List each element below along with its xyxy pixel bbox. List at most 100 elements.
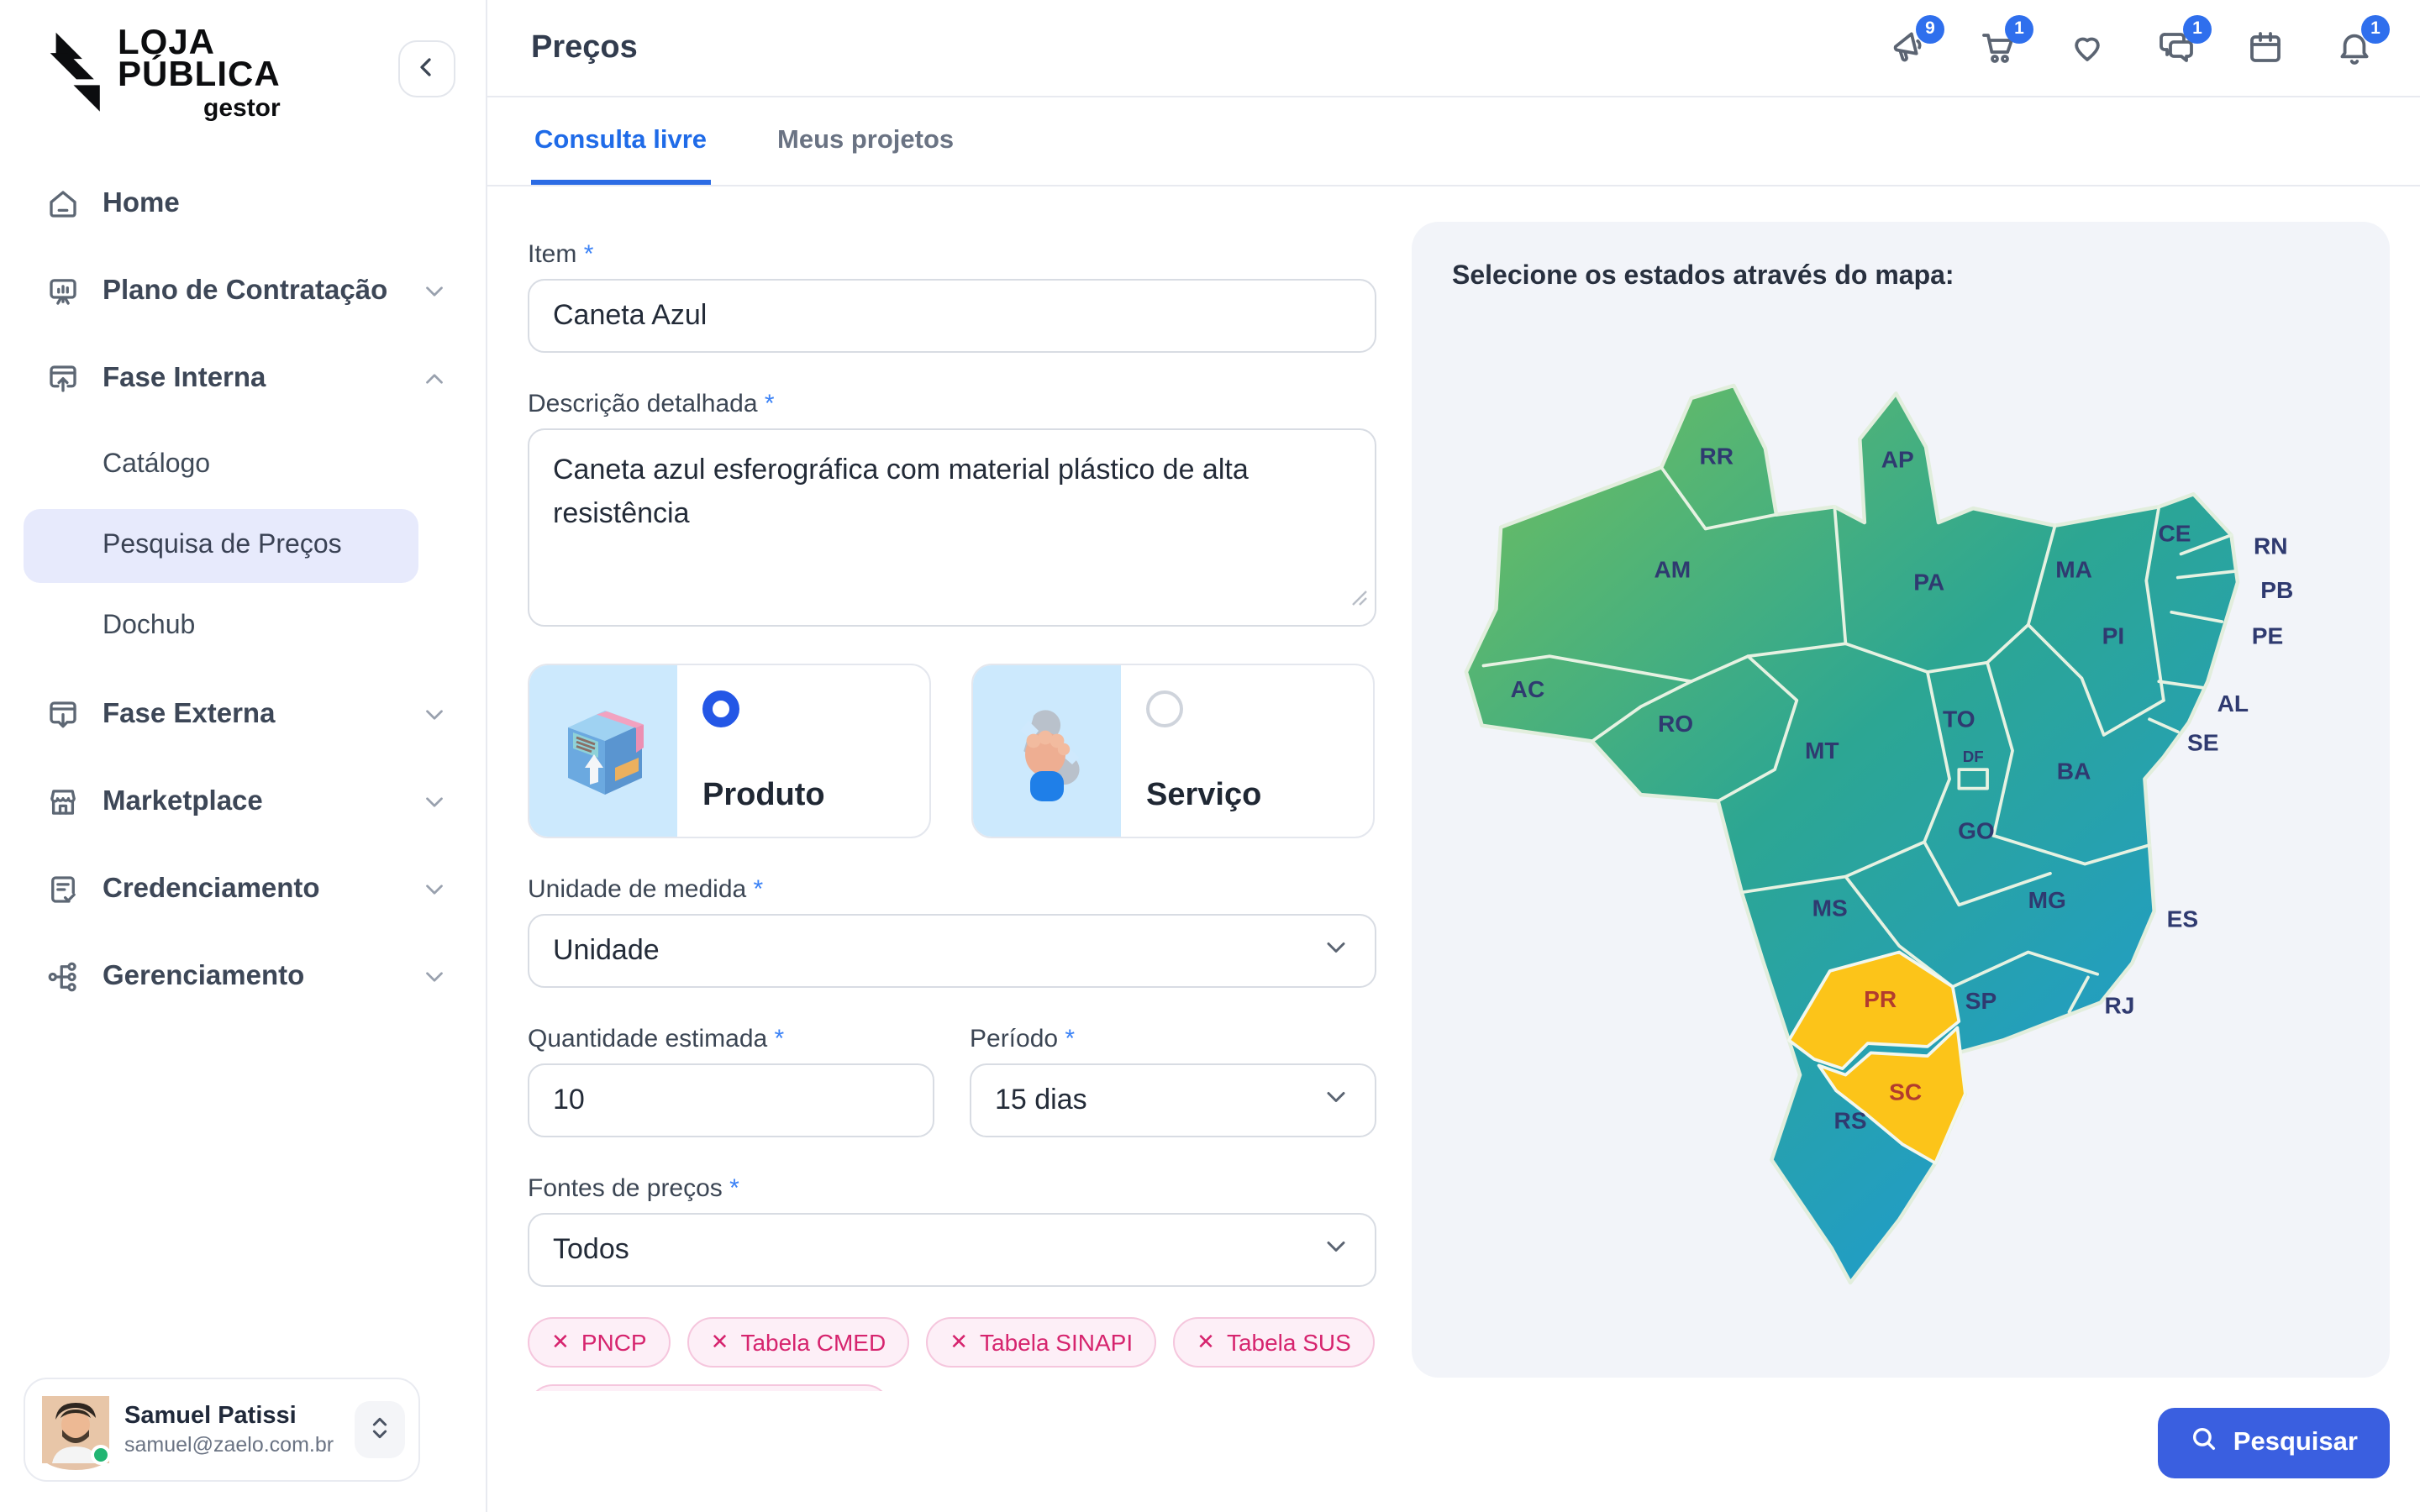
state-label-pr[interactable]: PR (1864, 986, 1897, 1012)
chat-icon (2156, 46, 2196, 71)
content: Item * Descrição detalhada * Caneta azul… (487, 186, 2420, 1391)
sidebar-item-credenciamento[interactable]: Credenciamento (0, 846, 486, 933)
tag-pncp[interactable]: ✕PNCP (528, 1317, 671, 1368)
state-label-ma[interactable]: MA (2055, 557, 2092, 583)
sidebar-collapse-button[interactable] (398, 40, 455, 97)
heart-icon (2067, 46, 2107, 71)
sidebar-item-marketplace[interactable]: Marketplace (0, 759, 486, 846)
state-label-sc[interactable]: SC (1889, 1079, 1922, 1105)
state-label-to[interactable]: TO (1943, 706, 1975, 732)
main-area: Preços 9111 Consulta livreMeus projetos … (487, 0, 2420, 1512)
sidebar-item-pesquisa-de-precos[interactable]: Pesquisa de Preços (24, 510, 418, 584)
profile-menu-button[interactable] (355, 1401, 405, 1458)
remove-icon[interactable]: ✕ (711, 1329, 729, 1356)
state-label-rj[interactable]: RJ (2104, 993, 2134, 1019)
state-label-ce[interactable]: CE (2158, 520, 2191, 546)
product-box-icon (529, 665, 677, 837)
type-card-produto[interactable]: Produto (528, 664, 931, 838)
state-label-rr[interactable]: RR (1699, 444, 1733, 470)
state-label-am[interactable]: AM (1654, 557, 1691, 583)
quantity-input[interactable] (528, 1063, 934, 1137)
user-profile-card[interactable]: Samuel Patissi samuel@zaelo.com.br (24, 1378, 420, 1482)
remove-icon[interactable]: ✕ (1197, 1329, 1215, 1356)
remove-icon[interactable]: ✕ (551, 1329, 570, 1356)
state-label-pb[interactable]: PB (2260, 577, 2293, 603)
sources-select[interactable]: Todos (528, 1213, 1376, 1287)
search-icon (2190, 1425, 2218, 1462)
servico-radio[interactable] (1146, 690, 1183, 727)
sidebar-item-dochub[interactable]: Dochub (24, 591, 418, 664)
chevron-down-icon (420, 277, 449, 306)
chevron-down-icon (420, 875, 449, 904)
state-label-pe[interactable]: PE (2252, 622, 2283, 648)
sidebar-header: LOJA PÚBLICA gestor (0, 0, 486, 137)
state-label-mg[interactable]: MG (2028, 887, 2066, 913)
tab-consulta-livre[interactable]: Consulta livre (531, 97, 710, 185)
period-label: Período * (970, 1025, 1376, 1053)
state-label-pi[interactable]: PI (2102, 622, 2125, 648)
state-label-ac[interactable]: AC (1511, 676, 1545, 702)
map-title: Selecione os estados através do mapa: (1452, 262, 2349, 292)
unit-select[interactable]: Unidade (528, 914, 1376, 988)
chevrons-up-down-icon (366, 1412, 393, 1447)
state-label-go[interactable]: GO (1958, 818, 1995, 844)
state-label-se[interactable]: SE (2187, 730, 2218, 756)
produto-radio[interactable] (702, 690, 739, 727)
service-wrench-icon (973, 665, 1121, 837)
brazil-map[interactable]: RR AP AM PA MA CE RN PB PE AL SE AC RO MT TO PI BA GO DF MG… (1452, 373, 2349, 1317)
chevron-left-icon (412, 51, 442, 87)
item-input[interactable] (528, 279, 1376, 353)
state-label-ba[interactable]: BA (2057, 758, 2091, 784)
period-select[interactable]: 15 dias (970, 1063, 1376, 1137)
heart-button[interactable] (2065, 26, 2109, 70)
sidebar-item-catalogo[interactable]: Catálogo (24, 429, 418, 503)
remove-icon[interactable]: ✕ (950, 1329, 968, 1356)
description-label: Descrição detalhada * (528, 390, 1376, 418)
calendar-button[interactable] (2244, 26, 2287, 70)
doc-check-icon (44, 871, 81, 908)
chevron-down-icon (420, 963, 449, 991)
description-textarea[interactable]: Caneta azul esferográfica com material p… (528, 428, 1376, 627)
state-label-ap[interactable]: AP (1881, 446, 1914, 472)
state-label-mt[interactable]: MT (1805, 738, 1839, 764)
cart-button[interactable]: 1 (1976, 26, 2020, 70)
state-label-rs[interactable]: RS (1834, 1107, 1867, 1133)
tabs-bar: Consulta livre Meus projetos (487, 97, 2420, 186)
states-map-card: Selecione os estados através do mapa: (1412, 222, 2390, 1378)
sources-label: Fontes de preços * (528, 1174, 1376, 1203)
topbar-icons: 9 1 1 1 (1887, 26, 2376, 70)
state-label-ms[interactable]: MS (1812, 895, 1848, 921)
state-label-rn[interactable]: RN (2254, 533, 2288, 559)
chevron-down-icon (1321, 1231, 1351, 1269)
resize-handle-icon[interactable] (1351, 585, 1368, 615)
state-label-df[interactable]: DF (1963, 748, 1984, 765)
topbar: Preços 9111 (487, 0, 2420, 97)
brand-line1: LOJA (118, 27, 281, 60)
type-card-servico[interactable]: Serviço (971, 664, 1375, 838)
megaphone-button[interactable]: 9 (1887, 26, 1931, 70)
tag-tabela-sus[interactable]: ✕Tabela SUS (1173, 1317, 1375, 1368)
notification-badge: 1 (2183, 14, 2212, 43)
tag-tabela-sinapi[interactable]: ✕Tabela SINAPI (926, 1317, 1156, 1368)
state-label-pa[interactable]: PA (1913, 570, 1944, 596)
sidebar-item-gerenciamento[interactable]: Gerenciamento (0, 933, 486, 1021)
state-label-al[interactable]: AL (2217, 690, 2249, 717)
state-label-es[interactable]: ES (2167, 906, 2198, 932)
tab-meus-projetos[interactable]: Meus projetos (774, 97, 957, 185)
megaphone-icon (1889, 46, 1929, 71)
card-up-icon (44, 360, 81, 397)
state-label-ro[interactable]: RO (1658, 711, 1693, 737)
bell-button[interactable]: 1 (2333, 26, 2376, 70)
chat-button[interactable]: 1 (2154, 26, 2198, 70)
sidebar-item-home[interactable]: Home (0, 160, 486, 248)
tag-tabela-cmed[interactable]: ✕Tabela CMED (687, 1317, 910, 1368)
tag-banco-de-precos-em-saude[interactable]: ✕Banco de preços em saúde (528, 1384, 892, 1391)
sidebar-item-plano-de-contratacao[interactable]: Plano de Contratação (0, 248, 486, 335)
state-label-sp[interactable]: SP (1965, 988, 1996, 1014)
search-button[interactable]: Pesquisar (2158, 1408, 2390, 1478)
chevron-down-icon (1321, 1081, 1351, 1120)
sidebar-item-fase-interna[interactable]: Fase Interna (0, 335, 486, 423)
calendar-icon (2245, 46, 2286, 71)
sidebar-item-fase-externa[interactable]: Fase Externa (0, 671, 486, 759)
page-title: Preços (531, 29, 638, 66)
